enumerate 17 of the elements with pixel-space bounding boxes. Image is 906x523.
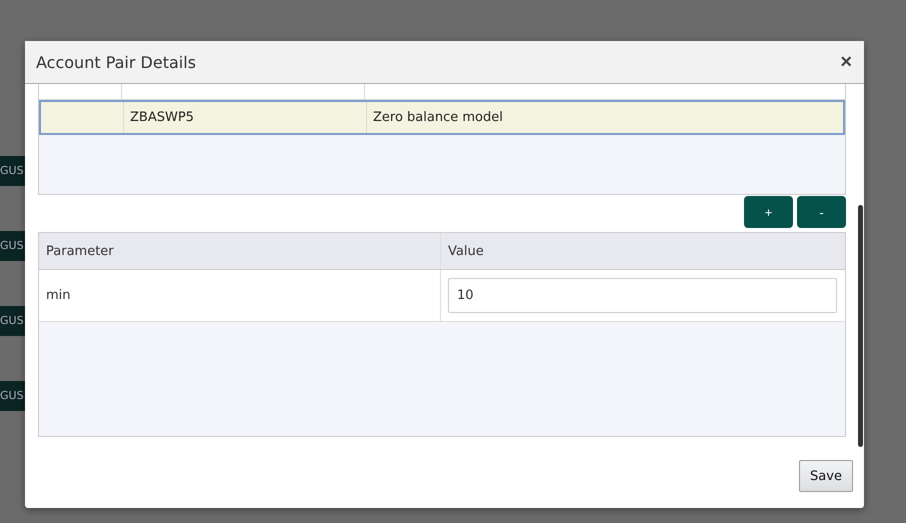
table-cell: Zero balance model xyxy=(373,110,503,125)
table-cell: ZBASWP5 xyxy=(130,110,194,125)
scrollbar[interactable] xyxy=(858,205,863,447)
column-header: Value xyxy=(448,244,484,258)
column-header: Parameter xyxy=(46,244,114,258)
table-cell: min xyxy=(46,288,71,303)
add-button[interactable]: + xyxy=(744,196,793,228)
background-label: GUS xyxy=(0,156,25,186)
close-button[interactable]: × xyxy=(838,50,854,74)
value-field[interactable]: 10 xyxy=(448,278,837,313)
background-label: GUS xyxy=(0,231,25,261)
background-label: GUS xyxy=(0,381,25,411)
background-label: GUS xyxy=(0,306,25,336)
remove-button[interactable]: - xyxy=(797,196,846,228)
dialog-title: Account Pair Details xyxy=(36,52,196,72)
table-row[interactable]: ZBASWP5 Zero balance model xyxy=(39,100,845,135)
save-button[interactable]: Save xyxy=(799,460,853,492)
